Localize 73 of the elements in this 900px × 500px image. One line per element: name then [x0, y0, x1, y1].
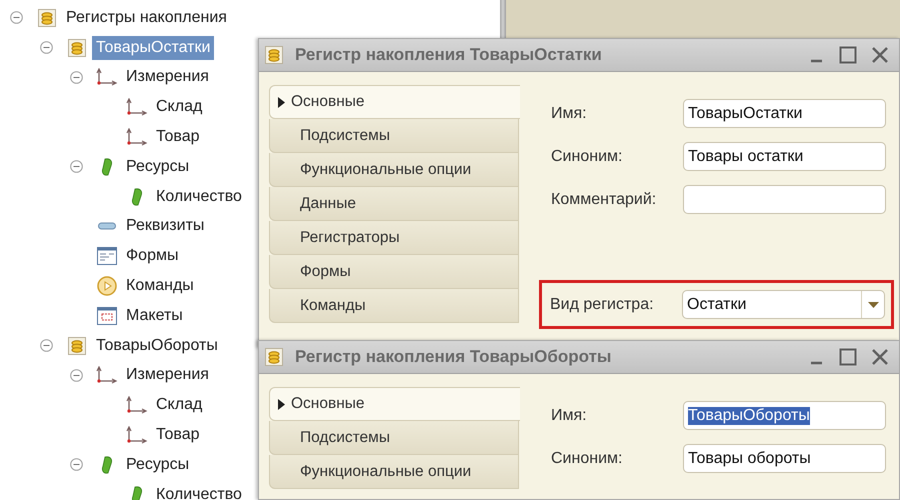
axes-icon [96, 68, 118, 86]
leaf-icon [131, 188, 143, 206]
input-field[interactable]: Товары остатки [683, 142, 886, 171]
field-label: Имя: [551, 104, 588, 122]
tree-item[interactable]: Количество [152, 184, 246, 209]
input-field[interactable] [683, 185, 886, 214]
axes-icon [96, 366, 118, 384]
register-icon [38, 8, 56, 27]
collapse-icon[interactable] [70, 160, 83, 174]
field-label: Синоним: [551, 148, 624, 166]
tab[interactable]: Подсистемы [269, 119, 519, 153]
tree-item[interactable]: Количество [152, 482, 246, 500]
input-field[interactable]: ТоварыОстатки [683, 99, 886, 128]
tree-item[interactable]: Товар [152, 125, 204, 150]
caret-icon [868, 302, 878, 308]
tab[interactable]: Формы [269, 255, 519, 289]
axes-icon [126, 426, 148, 444]
tab[interactable]: Функциональные опции [269, 153, 519, 187]
tree-item[interactable]: Команды [122, 274, 198, 298]
register-icon [68, 38, 86, 57]
dash-icon [98, 222, 116, 230]
collapse-icon[interactable] [70, 70, 83, 84]
template-icon [97, 306, 117, 325]
maximize-icon[interactable] [839, 46, 857, 64]
register-icon [265, 348, 283, 366]
leaf-icon [131, 486, 143, 500]
close-icon[interactable] [871, 348, 889, 366]
axes-icon [126, 396, 148, 414]
tab[interactable]: Подсистемы [269, 421, 519, 455]
field-label: Имя: [551, 406, 588, 424]
axes-icon [126, 128, 148, 146]
register-icon [265, 46, 283, 64]
tree-item[interactable]: Ресурсы [122, 154, 194, 179]
collapse-icon[interactable] [10, 11, 23, 24]
tree-item[interactable]: Товар [152, 423, 204, 448]
field-label: Вид регистра: [550, 296, 655, 314]
tree-item[interactable]: ТоварыОбороты [92, 334, 222, 358]
form-icon [97, 247, 117, 266]
tree-item[interactable]: Регистры накопления [62, 6, 231, 30]
maximize-icon[interactable] [839, 348, 857, 366]
tab[interactable]: Регистраторы [269, 221, 519, 255]
collapse-icon[interactable] [40, 339, 53, 352]
leaf-icon [101, 158, 113, 176]
tree-item[interactable]: Склад [152, 95, 206, 120]
tab[interactable]: Основные [269, 85, 520, 119]
triangle-icon [278, 398, 285, 410]
collapse-icon[interactable] [70, 458, 83, 472]
field-label: Комментарий: [551, 190, 658, 208]
triangle-icon [278, 96, 285, 108]
window-title: Регистр накопления ТоварыОстатки [295, 45, 603, 65]
tree-item[interactable]: Макеты [122, 304, 187, 328]
tab[interactable]: Команды [269, 289, 519, 323]
tab[interactable]: Функциональные опции [269, 455, 519, 489]
field-label: Синоним: [551, 450, 624, 468]
tab[interactable]: Основные [269, 387, 520, 421]
input-field[interactable]: Товары обороты [683, 444, 886, 473]
tree-item[interactable]: Формы [122, 244, 182, 268]
play-circle-icon [97, 276, 117, 296]
tab[interactable]: Данные [269, 187, 519, 221]
tree-item[interactable]: Реквизиты [122, 214, 208, 238]
tree-item[interactable]: Склад [152, 393, 206, 418]
collapse-icon[interactable] [40, 41, 53, 54]
register-icon [68, 336, 86, 355]
close-icon[interactable] [871, 46, 889, 64]
tree-item[interactable]: Ресурсы [122, 452, 194, 477]
input-field[interactable]: ТоварыОбороты [683, 401, 886, 430]
tree-item[interactable]: Измерения [122, 65, 213, 90]
window-title: Регистр накопления ТоварыОбороты [295, 347, 612, 367]
axes-icon [126, 98, 148, 116]
leaf-icon [101, 456, 113, 474]
collapse-icon[interactable] [70, 368, 83, 382]
dropdown-field[interactable]: Остатки [682, 290, 885, 319]
tree-item[interactable]: Измерения [122, 363, 213, 388]
